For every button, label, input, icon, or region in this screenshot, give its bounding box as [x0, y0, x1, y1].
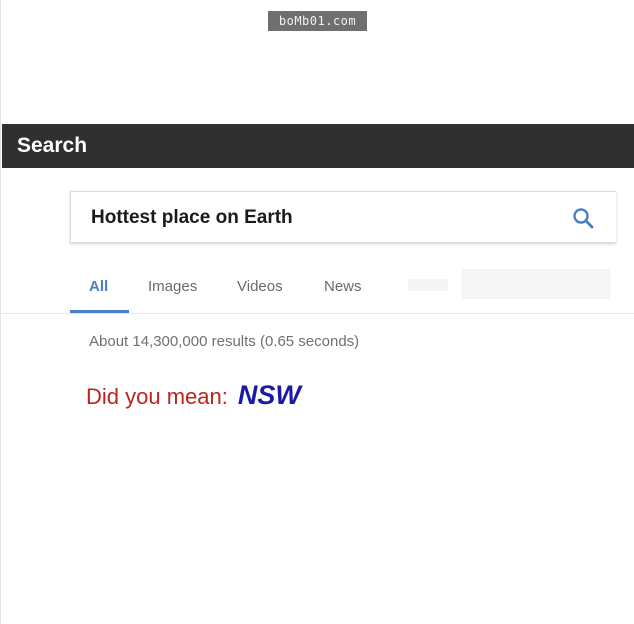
tab-news[interactable]: News [324, 277, 362, 297]
faded-tab [408, 279, 448, 291]
tab-images[interactable]: Images [148, 277, 197, 297]
search-box[interactable] [70, 191, 616, 243]
faded-tools-area [462, 269, 610, 299]
suggested-query-link[interactable]: NSW [238, 380, 301, 410]
did-you-mean-label: Did you mean: [86, 384, 228, 409]
search-input[interactable] [91, 206, 531, 230]
watermark-label: boMb01.com [268, 11, 367, 31]
page: boMb01.com Search All Images Videos News… [0, 0, 634, 624]
search-icon[interactable] [571, 206, 595, 230]
tab-all[interactable]: All [89, 277, 108, 297]
spelling-suggestion: Did you mean: NSW [86, 380, 301, 415]
window-title: Search [17, 134, 88, 157]
search-tabs: All Images Videos News [2, 259, 634, 314]
tab-videos[interactable]: Videos [237, 277, 283, 297]
search-results-page: All Images Videos News About 14,300,000 … [2, 168, 634, 624]
result-stats: About 14,300,000 results (0.65 seconds) [89, 333, 360, 350]
title-bar: Search [2, 124, 634, 168]
active-tab-indicator [70, 310, 129, 313]
